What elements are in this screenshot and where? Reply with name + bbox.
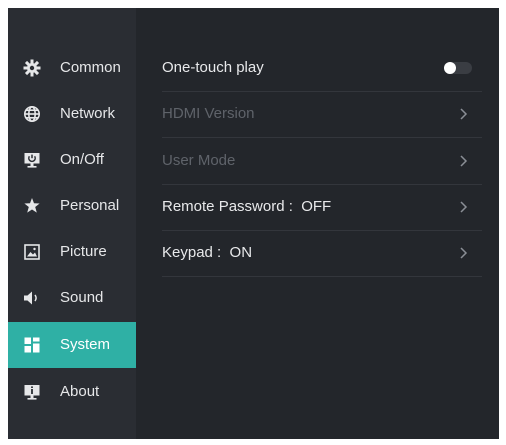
sidebar-item-label: Picture: [60, 243, 107, 260]
picture-icon: [22, 242, 42, 262]
sidebar-item-common[interactable]: Common: [8, 45, 136, 91]
setting-hdmi-version[interactable]: HDMI Version: [162, 91, 482, 138]
star-icon: [22, 196, 42, 216]
gear-icon: [22, 58, 42, 78]
sidebar-item-network[interactable]: Network: [8, 91, 136, 137]
speaker-icon: [22, 288, 42, 308]
sidebar-item-label: Personal: [60, 197, 120, 214]
system-grid-icon: [22, 335, 42, 355]
power-monitor-icon: [22, 150, 42, 170]
sidebar-item-picture[interactable]: Picture: [8, 229, 136, 275]
sidebar: Common Network On/Off Personal Picture S…: [8, 8, 136, 439]
setting-label: User Mode: [162, 152, 236, 169]
sidebar-item-about[interactable]: About: [8, 369, 136, 415]
toggle-knob: [444, 62, 456, 74]
setting-label: HDMI Version: [162, 105, 255, 122]
setting-user-mode[interactable]: User Mode: [162, 138, 482, 185]
setting-one-touch-play[interactable]: One-touch play: [162, 45, 482, 92]
sidebar-item-label: Sound: [60, 289, 104, 306]
sidebar-item-label: Common: [60, 59, 121, 76]
setting-label: Remote Password : OFF: [162, 198, 332, 215]
setting-label: One-touch play: [162, 59, 264, 76]
settings-window: Common Network On/Off Personal Picture S…: [8, 8, 499, 439]
one-touch-play-toggle[interactable]: [444, 62, 472, 74]
chevron-right-icon: [458, 200, 470, 214]
sidebar-item-system[interactable]: System: [8, 322, 136, 368]
sidebar-item-on-off[interactable]: On/Off: [8, 137, 136, 183]
setting-remote-password[interactable]: Remote Password : OFF: [162, 184, 482, 231]
globe-icon: [22, 104, 42, 124]
sidebar-item-label: On/Off: [60, 151, 104, 168]
sidebar-item-label: System: [60, 336, 111, 353]
setting-keypad[interactable]: Keypad : ON: [162, 230, 482, 277]
chevron-right-icon: [458, 107, 470, 121]
info-monitor-icon: [22, 382, 42, 402]
chevron-right-icon: [458, 246, 470, 260]
settings-panel: One-touch play HDMI Version User Mode Re…: [136, 8, 499, 439]
sidebar-item-label: About: [60, 383, 100, 400]
sidebar-item-personal[interactable]: Personal: [8, 183, 136, 229]
sidebar-item-label: Network: [60, 105, 116, 122]
sidebar-item-sound[interactable]: Sound: [8, 275, 136, 321]
chevron-right-icon: [458, 154, 470, 168]
setting-label: Keypad : ON: [162, 244, 253, 261]
